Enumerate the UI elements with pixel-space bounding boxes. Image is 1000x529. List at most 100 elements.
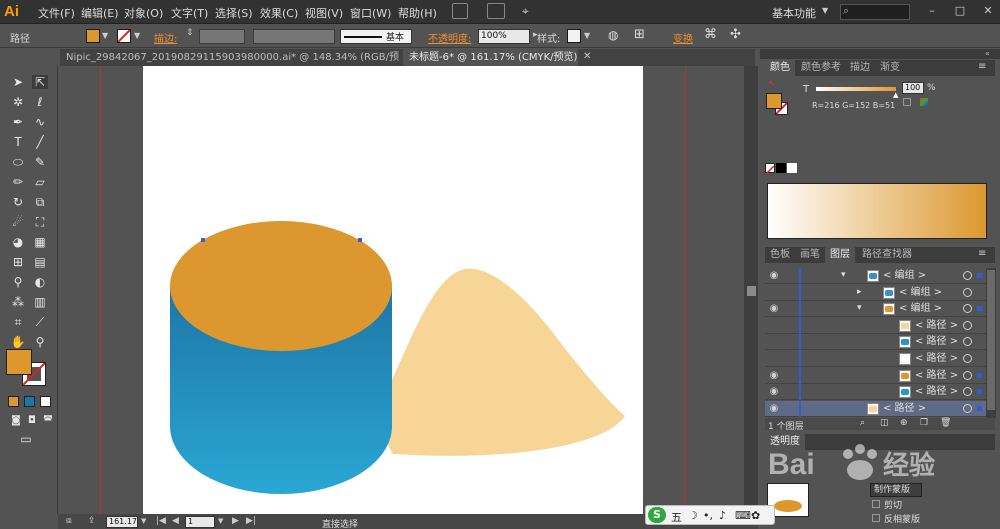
tab-gradient[interactable]: 渐变 (875, 60, 905, 76)
keyboard-icon[interactable]: ⌨ (735, 509, 751, 522)
web-safe-icon[interactable] (920, 98, 928, 106)
draw-inside-icon[interactable]: ◚ (40, 414, 56, 428)
target-circle-icon[interactable] (963, 403, 972, 413)
tint-value-field[interactable]: 100 (902, 82, 924, 94)
anchor-point[interactable] (201, 238, 205, 242)
tab-brushes[interactable]: 画笔 (795, 247, 825, 263)
paintbrush-tool-icon[interactable]: ✎ (32, 155, 48, 169)
selection-tool-icon[interactable]: ➤ (10, 75, 26, 89)
zoom-tool-icon[interactable]: ⚲ (32, 335, 48, 349)
draw-normal-icon[interactable]: ◙ (8, 414, 24, 428)
column-graph-tool-icon[interactable]: ▥ (32, 295, 48, 309)
recolor-artwork-icon[interactable]: ◍ (608, 28, 618, 42)
create-sublayer-icon[interactable]: ⊕ (900, 418, 908, 428)
selection-indicator[interactable] (977, 389, 982, 395)
target-circle-icon[interactable] (963, 304, 972, 314)
visibility-eye-icon[interactable]: ◉ (767, 368, 781, 384)
eyedropper-tool-icon[interactable]: ⚲ (10, 275, 26, 289)
draw-behind-icon[interactable]: ◘ (24, 414, 40, 428)
tab-untitled-6[interactable]: 未标题-6* @ 161.17% (CMYK/预览) (403, 49, 578, 66)
symbol-sprayer-tool-icon[interactable]: ⁂ (10, 295, 26, 309)
visibility-eye-icon[interactable]: ◉ (767, 384, 781, 400)
selection-indicator[interactable] (977, 372, 982, 378)
target-circle-icon[interactable] (963, 287, 972, 297)
search-input[interactable] (840, 4, 910, 20)
target-circle-icon[interactable] (963, 370, 972, 380)
warp-tool-icon[interactable]: ☄ (10, 215, 26, 229)
visibility-eye-icon[interactable]: ◉ (767, 401, 781, 417)
fill-swatch[interactable] (86, 29, 100, 43)
first-artboard-icon[interactable]: |◀ (156, 516, 166, 526)
panel-menu-icon[interactable]: ≡ (978, 61, 986, 72)
arrange-documents-icon[interactable] (487, 3, 505, 19)
mesh-tool-icon[interactable]: ⊞ (10, 255, 26, 269)
punctuation-icon[interactable]: •, (703, 509, 713, 522)
target-circle-icon[interactable] (963, 320, 972, 330)
gradient-tool-icon[interactable]: ▤ (32, 255, 48, 269)
out-of-gamut-icon[interactable] (903, 98, 911, 106)
skin-icon[interactable]: ✿ (751, 509, 760, 522)
lasso-tool-icon[interactable]: ℓ (32, 95, 48, 109)
type-tool-icon[interactable]: T (10, 135, 26, 149)
layer-row[interactable]: < 路径 > (765, 351, 990, 367)
layer-name[interactable]: < 编组 > (883, 268, 926, 284)
chevron-down-icon[interactable]: ▼ (102, 31, 108, 40)
layer-name[interactable]: < 路径 > (915, 384, 958, 400)
menu-select[interactable]: 选择(S) (215, 5, 253, 21)
graphic-style-swatch[interactable] (567, 29, 581, 43)
transform-label[interactable]: 变换 (673, 30, 693, 45)
tab-swatches[interactable]: 色板 (765, 247, 795, 263)
align-icon[interactable]: ⊞ (634, 27, 645, 42)
layer-row[interactable]: < 路径 > (765, 334, 990, 351)
artboard-number-field[interactable]: 1 (185, 516, 215, 528)
white-swatch[interactable] (787, 163, 797, 173)
layer-row[interactable]: ◉ ▾ < 编组 > (765, 268, 990, 284)
selection-indicator[interactable] (977, 273, 982, 278)
chevron-down-icon[interactable]: ▼ (218, 517, 223, 525)
chevron-down-icon[interactable]: ▼ (141, 517, 146, 525)
options-icon[interactable]: ✣ (730, 27, 741, 42)
variable-width-dropdown[interactable] (253, 29, 335, 44)
bridge-icon[interactable] (452, 3, 468, 19)
maximize-icon[interactable]: □ (954, 5, 966, 17)
expand-arrow-icon[interactable]: ▾ (857, 303, 862, 313)
last-artboard-icon[interactable]: ▶| (246, 516, 256, 526)
tab-stroke[interactable]: 描边 (845, 60, 875, 76)
menu-type[interactable]: 文字(T) (171, 5, 208, 21)
export-icon[interactable]: ⇪ (88, 516, 96, 526)
free-transform-tool-icon[interactable]: ⛶ (32, 215, 48, 229)
visibility-eye-icon[interactable]: ◉ (767, 268, 781, 284)
invert-mask-checkbox[interactable] (872, 514, 880, 522)
tab-color-guide[interactable]: 颜色参考 (796, 60, 846, 76)
next-artboard-icon[interactable]: ▶ (232, 516, 239, 526)
scrollbar-thumb[interactable] (747, 286, 756, 296)
collapse-icon[interactable]: « (985, 49, 990, 58)
layer-name[interactable]: < 路径 > (883, 401, 926, 417)
previous-artboard-icon[interactable]: ◀ (172, 516, 179, 526)
layer-name[interactable]: < 路径 > (915, 368, 958, 384)
layer-row[interactable]: ▸ < 编组 > (765, 284, 990, 301)
menu-edit[interactable]: 编辑(E) (81, 5, 119, 21)
blend-tool-icon[interactable]: ◐ (32, 275, 48, 289)
target-circle-icon[interactable] (963, 271, 972, 280)
visibility-eye-icon[interactable]: ◉ (767, 301, 781, 317)
black-swatch[interactable] (776, 163, 786, 173)
tab-pathfinder[interactable]: 路径查找器 (857, 247, 917, 263)
selection-indicator[interactable] (977, 405, 982, 411)
zoom-field[interactable]: 161.17 (106, 516, 138, 528)
tab-layers[interactable]: 图层 (825, 247, 855, 263)
pen-tool-icon[interactable]: ✒ (10, 115, 26, 129)
menu-file[interactable]: 文件(F) (38, 5, 75, 21)
menu-help[interactable]: 帮助(H) (398, 5, 437, 21)
ime-mode[interactable]: 五 (671, 509, 682, 525)
selection-indicator[interactable] (977, 306, 982, 312)
rotate-tool-icon[interactable]: ↻ (10, 195, 26, 209)
panel-menu-icon[interactable]: ≡ (978, 248, 986, 259)
chevron-down-icon[interactable]: ▼ (822, 6, 828, 15)
menu-effect[interactable]: 效果(C) (260, 5, 298, 21)
panel-fill-box-front[interactable] (766, 93, 782, 109)
curvature-tool-icon[interactable]: ∿ (32, 115, 48, 129)
layer-row[interactable]: ◉ ▾ < 编组 > (765, 301, 990, 318)
stroke-swatch[interactable] (117, 29, 131, 43)
make-clipping-mask-icon[interactable]: ◫ (880, 418, 889, 428)
